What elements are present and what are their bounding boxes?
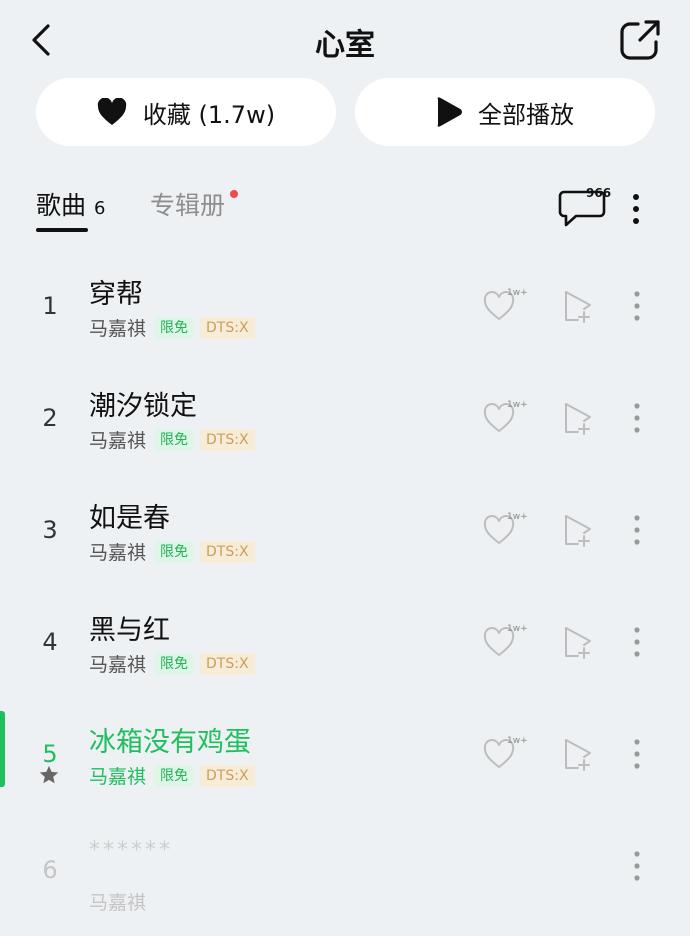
notification-dot — [230, 190, 238, 198]
song-row[interactable]: 2 潮汐锁定马嘉祺 限免 DTS:X 1w+ — [0, 362, 690, 472]
song-number: 1 — [42, 292, 58, 320]
song-title: 穿帮 — [89, 279, 143, 310]
tab-songs-label: 歌曲 — [36, 191, 87, 220]
page-title: 心室 — [315, 28, 375, 63]
like-count: 1w+ — [507, 512, 528, 522]
dts-badge: DTS:X — [200, 540, 255, 563]
tab-albums[interactable]: 专辑册 — [150, 186, 225, 222]
play-all-button[interactable]: 全部播放 — [355, 78, 655, 146]
free-badge: 限免 — [154, 652, 195, 675]
song-more-icon[interactable] — [627, 624, 647, 660]
song-meta: 马嘉祺 限免 DTS:X — [89, 426, 255, 453]
dts-badge: DTS:X — [200, 316, 255, 339]
like-icon[interactable]: 1w+ — [482, 510, 530, 548]
like-icon[interactable]: 1w+ — [482, 398, 530, 436]
like-count: 1w+ — [507, 288, 528, 298]
more-options-icon[interactable] — [626, 192, 646, 226]
free-badge: 限免 — [154, 428, 195, 451]
song-artist: 马嘉祺 — [89, 542, 147, 564]
like-icon[interactable]: 1w+ — [482, 622, 530, 660]
free-badge: 限免 — [154, 540, 195, 563]
song-artist: 马嘉祺 — [89, 766, 147, 788]
song-more-icon[interactable] — [627, 288, 647, 324]
like-icon[interactable]: 1w+ — [482, 734, 530, 772]
song-more-icon[interactable] — [627, 400, 647, 436]
add-to-playlist-icon[interactable] — [562, 288, 594, 326]
song-meta: 马嘉祺 限免 DTS:X — [89, 538, 255, 565]
add-to-playlist-icon[interactable] — [562, 736, 594, 774]
like-count: 1w+ — [507, 736, 528, 746]
song-title: 如是春 — [89, 503, 170, 534]
song-artist: 马嘉祺 — [89, 318, 147, 340]
song-meta: 马嘉祺 限免 DTS:X — [89, 314, 255, 341]
dts-badge: DTS:X — [200, 764, 255, 787]
song-row[interactable]: 4 黑与红马嘉祺 限免 DTS:X 1w+ — [0, 586, 690, 696]
song-row[interactable]: 6 ****** 马嘉祺 — [0, 810, 690, 920]
like-icon[interactable]: 1w+ — [482, 286, 530, 324]
dts-badge: DTS:X — [200, 428, 255, 451]
share-icon[interactable] — [618, 18, 662, 62]
song-number: 3 — [42, 516, 58, 544]
song-row[interactable]: 5 冰箱没有鸡蛋 马嘉祺 限免 DTS:X 1w+ — [0, 698, 690, 808]
add-to-playlist-icon[interactable] — [562, 512, 594, 550]
song-meta: 马嘉祺 — [89, 888, 148, 915]
song-row[interactable]: 1 穿帮马嘉祺 限免 DTS:X 1w+ — [0, 250, 690, 360]
top-bar: 心室 — [0, 0, 690, 80]
song-number: 6 — [42, 856, 58, 884]
song-more-icon[interactable] — [627, 736, 647, 772]
play-icon — [437, 97, 462, 127]
song-title: 潮汐锁定 — [89, 391, 197, 422]
add-to-playlist-icon[interactable] — [562, 624, 594, 662]
free-badge: 限免 — [154, 764, 195, 787]
free-badge: 限免 — [154, 316, 195, 339]
song-title: 冰箱没有鸡蛋 — [89, 727, 251, 758]
song-meta: 马嘉祺 限免 DTS:X — [89, 650, 255, 677]
song-number: 2 — [42, 404, 58, 432]
song-more-icon[interactable] — [627, 512, 647, 548]
dts-badge: DTS:X — [200, 652, 255, 675]
play-all-label: 全部播放 — [478, 100, 574, 129]
song-title: ****** — [89, 838, 173, 863]
heart-icon — [97, 98, 127, 125]
song-artist: 马嘉祺 — [89, 892, 147, 914]
like-count: 1w+ — [507, 624, 528, 634]
song-artist: 马嘉祺 — [89, 430, 147, 452]
now-playing-indicator — [0, 711, 5, 787]
song-more-icon[interactable] — [627, 848, 647, 884]
song-meta: 马嘉祺 限免 DTS:X — [89, 762, 255, 789]
song-artist: 马嘉祺 — [89, 654, 147, 676]
favorite-label: 收藏 (1.7w) — [142, 100, 276, 129]
comment-count: 966 — [586, 186, 612, 200]
song-title: 黑与红 — [89, 615, 170, 646]
tab-songs[interactable]: 歌曲 6 — [36, 186, 105, 222]
add-to-playlist-icon[interactable] — [562, 400, 594, 438]
song-number: 4 — [42, 628, 58, 656]
song-row[interactable]: 3 如是春马嘉祺 限免 DTS:X 1w+ — [0, 474, 690, 584]
tab-active-indicator — [36, 228, 88, 232]
tab-songs-count: 6 — [94, 198, 106, 219]
favorite-button[interactable]: 收藏 (1.7w) — [36, 78, 336, 146]
star-icon — [39, 765, 59, 784]
like-count: 1w+ — [507, 400, 528, 410]
